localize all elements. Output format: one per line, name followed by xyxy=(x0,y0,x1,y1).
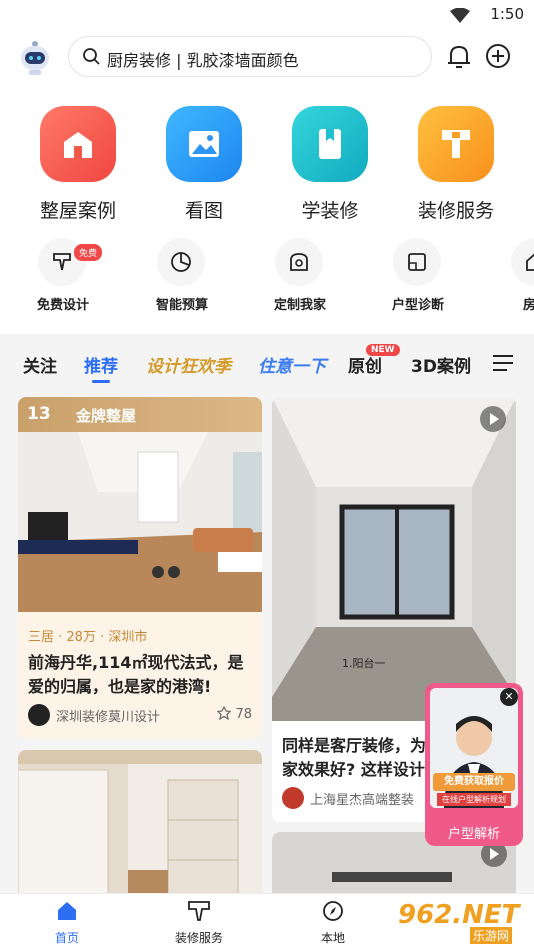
card-photo[interactable] xyxy=(18,432,262,612)
new-badge: NEW xyxy=(366,344,400,356)
floating-ad[interactable]: ✕ 免费获取报价 在线户型解析规划 户型解析 xyxy=(425,683,523,846)
top-section: 1:50 厨房装修 | 乳胶漆墙面颜色 整屋案例 看图 学装修 装修服务 免费 … xyxy=(0,0,534,334)
like-count[interactable]: 78 xyxy=(217,705,252,722)
service-icon xyxy=(188,901,210,921)
nav-service[interactable]: 装修服务 xyxy=(154,900,244,946)
like-value: 78 xyxy=(235,707,252,722)
compass-icon xyxy=(323,901,343,921)
home-icon xyxy=(58,902,76,920)
category-label-cases[interactable]: 整屋案例 xyxy=(23,196,133,223)
category-label-pictures[interactable]: 看图 xyxy=(149,196,259,223)
ad-promo: 免费获取报价 xyxy=(433,773,515,791)
close-icon[interactable]: ✕ xyxy=(500,688,518,706)
free-badge: 免费 xyxy=(74,244,103,261)
card-title: 同样是客厅装修，为家效果好? 这样设计 xyxy=(282,736,427,779)
ad-label: 户型解析 xyxy=(447,827,500,842)
bell-icon[interactable] xyxy=(447,44,471,70)
pie-chart-icon[interactable] xyxy=(157,238,205,286)
tool-label-free-design[interactable]: 免费设计 xyxy=(18,294,108,313)
author-name: 上海星杰高端整装 xyxy=(310,793,415,808)
author-name: 深圳装修莫川设计 xyxy=(56,710,161,725)
tape-measure-icon[interactable] xyxy=(275,238,323,286)
active-tab-indicator xyxy=(92,380,110,383)
tab-recommend[interactable]: 推荐 xyxy=(84,352,118,377)
avatar xyxy=(282,787,304,809)
tool-label-custom[interactable]: 定制我家 xyxy=(255,294,345,313)
banner-number: 13 xyxy=(27,404,51,424)
house-check-icon[interactable] xyxy=(511,238,534,286)
search-icon xyxy=(83,48,100,65)
star-icon xyxy=(217,705,232,721)
house-icon[interactable] xyxy=(40,106,116,182)
card-photo[interactable]: 1.阳台一 xyxy=(272,397,516,721)
assistant-robot-icon[interactable] xyxy=(17,38,53,76)
book-icon[interactable] xyxy=(292,106,368,182)
nav-label: 本地 xyxy=(320,931,345,945)
ad-promo-sub: 在线户型解析规划 xyxy=(437,793,511,806)
site-watermark: 962.NET 乐游网 xyxy=(392,898,534,946)
photo-caption: 1.阳台一 xyxy=(342,656,386,670)
status-time: 1:50 xyxy=(490,5,524,23)
category-label-service[interactable]: 装修服务 xyxy=(401,196,511,223)
nav-label: 装修服务 xyxy=(174,931,223,945)
watermark-text: 962.NET xyxy=(398,900,520,930)
nav-label: 首页 xyxy=(54,931,79,945)
wifi-icon xyxy=(450,8,470,23)
category-label-learn[interactable]: 学装修 xyxy=(275,196,385,223)
feed-tabs: 关注 推荐 设计狂欢季 住意一下 原创 3D案例 xyxy=(0,342,534,386)
add-icon[interactable] xyxy=(485,43,511,69)
search-bar[interactable]: 厨房装修 | 乳胶漆墙面颜色 xyxy=(68,36,432,77)
feed-card[interactable]: 13 金牌整屋 三居 · 28万 · 深圳市 前海丹华,114㎡现代法式，是爱的… xyxy=(18,397,262,739)
tab-design-carnival[interactable]: 设计狂欢季 xyxy=(146,352,231,377)
card-title: 前海丹华,114㎡现代法式，是爱的归属，也是家的港湾! xyxy=(28,653,244,696)
tab-follow[interactable]: 关注 xyxy=(23,352,57,377)
service-icon[interactable] xyxy=(418,106,494,182)
image-icon[interactable] xyxy=(166,106,242,182)
search-placeholder: 厨房装修 | 乳胶漆墙面颜色 xyxy=(107,51,299,70)
menu-icon[interactable] xyxy=(493,354,513,372)
nav-home[interactable]: 首页 xyxy=(22,900,112,946)
card-meta: 三居 · 28万 · 深圳市 xyxy=(28,630,148,645)
watermark-sub: 乐游网 xyxy=(470,927,513,944)
tab-3d-cases[interactable]: 3D案例 xyxy=(411,352,471,377)
tool-label-house[interactable]: 房屋 xyxy=(491,294,534,313)
tool-label-budget[interactable]: 智能预算 xyxy=(137,294,227,313)
status-bar: 1:50 xyxy=(0,0,534,30)
tool-label-floorplan[interactable]: 户型诊断 xyxy=(373,294,463,313)
gold-banner: 13 金牌整屋 xyxy=(18,397,262,432)
play-icon[interactable] xyxy=(480,406,506,432)
nav-local[interactable]: 本地 xyxy=(288,900,378,946)
banner-text: 金牌整屋 xyxy=(76,407,137,425)
avatar xyxy=(28,704,50,726)
tab-campaign[interactable]: 住意一下 xyxy=(258,352,326,377)
header: 厨房装修 | 乳胶漆墙面颜色 xyxy=(0,36,534,78)
floorplan-icon[interactable] xyxy=(393,238,441,286)
